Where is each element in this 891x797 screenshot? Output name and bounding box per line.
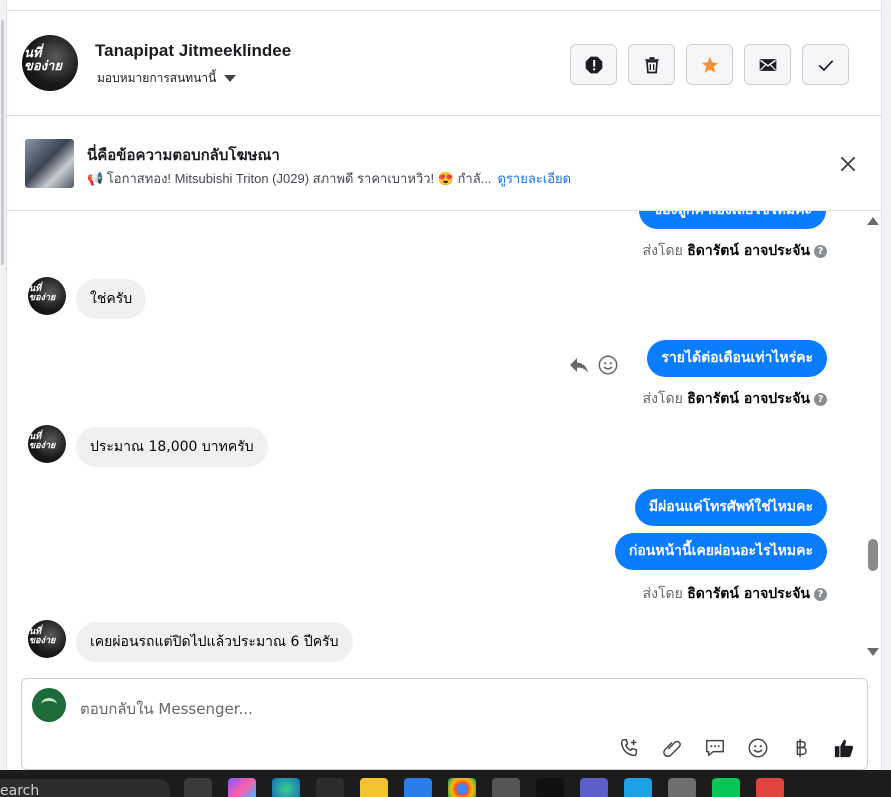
payment-button[interactable] — [788, 735, 814, 761]
mail-icon[interactable] — [404, 778, 432, 797]
sent-by-label: ส่งโดย ธิดารัตน์ อาจประจัน? — [643, 388, 827, 410]
folder-icon[interactable] — [360, 778, 388, 797]
page-avatar — [32, 688, 66, 722]
star-button[interactable] — [686, 44, 733, 85]
right-panel-edge — [881, 0, 891, 770]
scroll-down-arrow-icon[interactable] — [867, 648, 879, 656]
message-hover-actions — [567, 353, 619, 377]
header-actions — [570, 44, 849, 85]
contact-avatar-small[interactable]: นที่ ของ่าย — [28, 277, 66, 315]
paperclip-icon — [663, 740, 681, 757]
assign-label: มอบหมายการสนทนานี้ — [97, 71, 217, 85]
message-thread[interactable]: ของลูกค้าเองเลยใช่ไหมคะ ส่งโดย ธิดารัตน์… — [7, 211, 881, 664]
spam-button[interactable] — [570, 44, 617, 85]
terminal-icon[interactable] — [536, 778, 564, 797]
outgoing-message[interactable]: รายได้ต่อเดือนเท่าไหร่คะ — [647, 340, 827, 377]
chrome-icon[interactable] — [448, 778, 476, 797]
call-button[interactable] — [616, 735, 642, 761]
camera-icon[interactable] — [492, 778, 520, 797]
copilot-icon[interactable] — [228, 778, 256, 797]
sender-name[interactable]: ธิดารัตน์ อาจประจัน — [687, 391, 810, 407]
mark-done-button[interactable] — [802, 44, 849, 85]
sent-by-prefix: ส่งโดย — [642, 391, 683, 407]
sent-by-prefix: ส่งโดย — [642, 586, 683, 602]
caret-down-icon — [224, 75, 237, 83]
ad-reply-banner: นี่คือข้อความตอบกลับโฆษณา 📢 โอกาสทอง! Mi… — [7, 117, 881, 211]
taskbar-apps — [184, 778, 784, 797]
task-view-icon[interactable] — [184, 778, 212, 797]
outgoing-message[interactable]: ก่อนหน้านี้เคยผ่อนอะไรไหมคะ — [614, 533, 827, 570]
sender-name[interactable]: ธิดารัตน์ อาจประจัน — [687, 243, 810, 259]
ad-title: นี่คือข้อความตอบกลับโฆษณา — [87, 147, 280, 164]
contact-avatar-small[interactable]: นที่ ของ่าย — [28, 620, 66, 658]
taskbar-search[interactable]: earch — [0, 779, 170, 797]
teams-icon[interactable] — [580, 778, 608, 797]
scroll-up-arrow-icon[interactable] — [867, 217, 879, 225]
left-panel-edge — [0, 0, 7, 770]
thread-scrollbar-thumb[interactable] — [868, 539, 878, 571]
contact-avatar[interactable]: นที่ ของ่าย — [22, 35, 78, 91]
baht-icon — [796, 738, 807, 758]
star-icon — [701, 56, 718, 73]
incoming-message[interactable]: เคยผ่อนรถแต่ปิดไปแล้วประมาณ 6 ปีครับ — [76, 622, 353, 662]
envelope-icon — [759, 58, 776, 71]
ad-subtitle: 📢 โอกาสทอง! Mitsubishi Triton (J029) สภา… — [87, 168, 571, 189]
avatar-overlay-text: นที่ ของ่าย — [29, 627, 56, 646]
reply-composer[interactable]: ตอบกลับใน Messenger... — [21, 678, 868, 770]
composer-toolbar — [616, 735, 857, 761]
reply-icon[interactable] — [567, 353, 591, 377]
ad-thumbnail[interactable] — [25, 139, 74, 188]
chrome-profile-icon[interactable] — [756, 778, 784, 797]
ad-subtitle-text: 📢 โอกาสทอง! Mitsubishi Triton (J029) สภา… — [87, 171, 492, 186]
thumbs-up-icon — [834, 739, 854, 758]
avatar-overlay-text: นที่ ของ่าย — [24, 46, 62, 74]
avatar-overlay-text: นที่ ของ่าย — [29, 284, 56, 303]
like-button[interactable] — [831, 735, 857, 761]
windows-taskbar: earch — [0, 770, 891, 797]
store-icon[interactable] — [316, 778, 344, 797]
sent-by-label: ส่งโดย ธิดารัตน์ อาจประจัน? — [643, 583, 827, 605]
check-icon — [818, 59, 833, 71]
taskbar-search-text: earch — [0, 783, 40, 797]
contact-avatar-small[interactable]: นที่ ของ่าย — [28, 425, 66, 463]
mark-unread-button[interactable] — [744, 44, 791, 85]
close-banner-button[interactable] — [837, 153, 859, 175]
incoming-message[interactable]: ใช่ครับ — [76, 279, 147, 319]
contact-name[interactable]: Tanapipat Jitmeeklindee — [95, 41, 291, 61]
help-icon[interactable]: ? — [814, 245, 827, 258]
help-icon[interactable]: ? — [814, 588, 827, 601]
outgoing-message[interactable]: มีผ่อนแค่โทรศัพท์ใช่ไหมคะ — [634, 489, 827, 526]
ad-details-link[interactable]: ดูรายละเอียด — [498, 171, 572, 186]
emoji-icon — [748, 738, 768, 758]
close-icon — [840, 156, 856, 172]
sent-by-prefix: ส่งโดย — [642, 243, 683, 259]
reply-input[interactable]: ตอบกลับใน Messenger... — [80, 697, 253, 721]
attach-button[interactable] — [659, 735, 685, 761]
react-emoji-icon[interactable] — [597, 354, 619, 376]
notepad-icon[interactable] — [624, 778, 652, 797]
chat-bubble-icon — [706, 739, 724, 757]
alert-octagon-icon — [585, 56, 602, 73]
conversation-header: นที่ ของ่าย Tanapipat Jitmeeklindee มอบหม… — [7, 10, 881, 116]
outgoing-message[interactable]: ของลูกค้าเองเลยใช่ไหมคะ — [638, 211, 826, 229]
delete-button[interactable] — [628, 44, 675, 85]
calculator-icon[interactable] — [668, 778, 696, 797]
emoji-button[interactable] — [745, 735, 771, 761]
help-icon[interactable]: ? — [814, 393, 827, 406]
phone-plus-icon — [620, 739, 638, 757]
sent-by-label: ส่งโดย ธิดารัตน์ อาจประจัน? — [643, 240, 827, 262]
trash-icon — [644, 56, 659, 73]
sender-name[interactable]: ธิดารัตน์ อาจประจัน — [687, 586, 810, 602]
avatar-overlay-text: นที่ ของ่าย — [29, 432, 56, 451]
messenger-inbox-window: นที่ ของ่าย Tanapipat Jitmeeklindee มอบหม… — [0, 0, 891, 797]
edge-icon[interactable] — [272, 778, 300, 797]
assign-conversation-dropdown[interactable]: มอบหมายการสนทนานี้ — [97, 69, 237, 88]
saved-replies-button[interactable] — [702, 735, 728, 761]
line-icon[interactable] — [712, 778, 740, 797]
left-scrollbar[interactable] — [1, 20, 4, 265]
incoming-message[interactable]: ประมาณ 18,000 บาทครับ — [76, 427, 268, 467]
